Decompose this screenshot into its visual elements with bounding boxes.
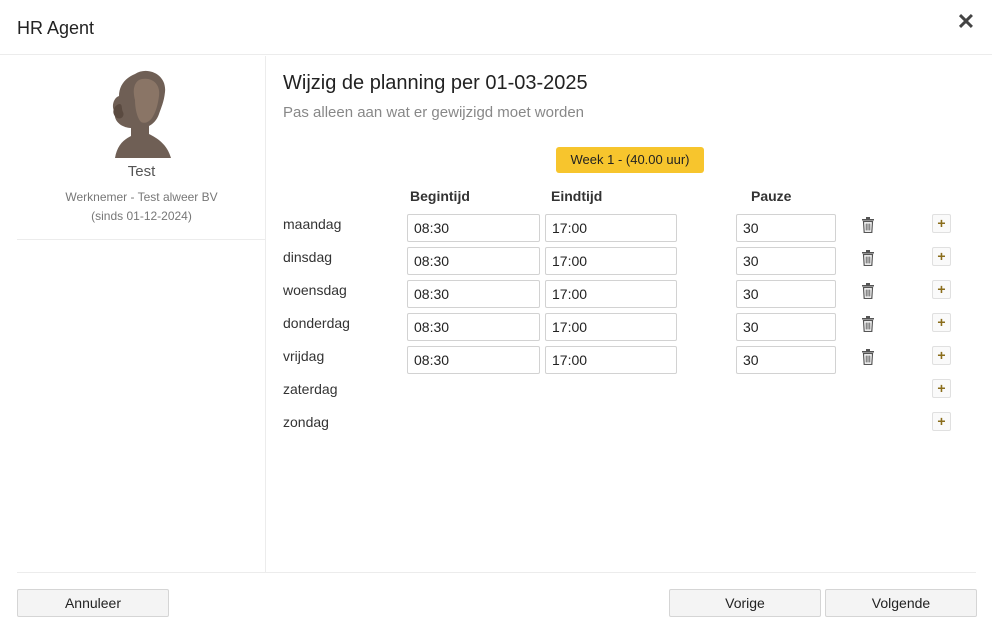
cancel-button[interactable]: Annuleer [17,589,169,617]
dialog-header: HR Agent ✕ [0,0,992,55]
start-time-input[interactable] [407,346,540,374]
plus-icon[interactable]: + [932,346,951,365]
day-label-donderdag: donderdag [283,315,350,331]
day-label-maandag: maandag [283,216,342,232]
plus-icon[interactable]: + [932,412,951,431]
page-title: Wijzig de planning per 01-03-2025 [283,72,588,94]
trash-icon[interactable] [861,316,875,332]
start-time-input[interactable] [407,313,540,341]
plus-icon[interactable]: + [932,313,951,332]
trash-icon[interactable] [861,283,875,299]
employee-sidebar: Test Werknemer - Test alweer BV (sinds 0… [17,56,266,573]
day-label-zaterdag: zaterdag [283,381,338,397]
employee-role: Werknemer - Test alweer BV [65,190,218,204]
day-label-zondag: zondag [283,414,329,430]
start-time-input[interactable] [407,214,540,242]
previous-button[interactable]: Vorige [669,589,821,617]
pause-input[interactable] [736,313,836,341]
end-time-input[interactable] [545,346,677,374]
column-header-pause: Pauze [751,188,792,204]
page-subtitle: Pas alleen aan wat er gewijzigd moet wor… [283,104,585,121]
plus-icon[interactable]: + [932,247,951,266]
end-time-input[interactable] [545,214,677,242]
day-label-dinsdag: dinsdag [283,249,333,265]
day-label-woensdag: woensdag [283,282,347,298]
trash-icon[interactable] [861,217,875,233]
sidebar-divider [17,239,265,240]
employee-since: (sinds 01-12-2024) [91,209,192,223]
plus-icon[interactable]: + [932,214,951,233]
pause-input[interactable] [736,280,836,308]
week-badge[interactable]: Week 1 - (40.00 uur) [556,147,704,173]
dialog-title: HR Agent [17,18,95,38]
end-time-input[interactable] [545,313,677,341]
plus-icon[interactable]: + [932,379,951,398]
trash-icon[interactable] [861,349,875,365]
end-time-input[interactable] [545,280,677,308]
column-header-end: Eindtijd [551,188,603,204]
day-label-vrijdag: vrijdag [283,348,325,364]
start-time-input[interactable] [407,280,540,308]
end-time-input[interactable] [545,247,677,275]
avatar [112,70,171,158]
column-header-start: Begintijd [410,188,470,204]
footer-divider [17,572,976,573]
pause-input[interactable] [736,247,836,275]
pause-input[interactable] [736,346,836,374]
employee-name: Test [127,163,156,180]
trash-icon[interactable] [861,250,875,266]
pause-input[interactable] [736,214,836,242]
next-button[interactable]: Volgende [825,589,977,617]
close-icon[interactable]: ✕ [955,11,977,33]
start-time-input[interactable] [407,247,540,275]
plus-icon[interactable]: + [932,280,951,299]
